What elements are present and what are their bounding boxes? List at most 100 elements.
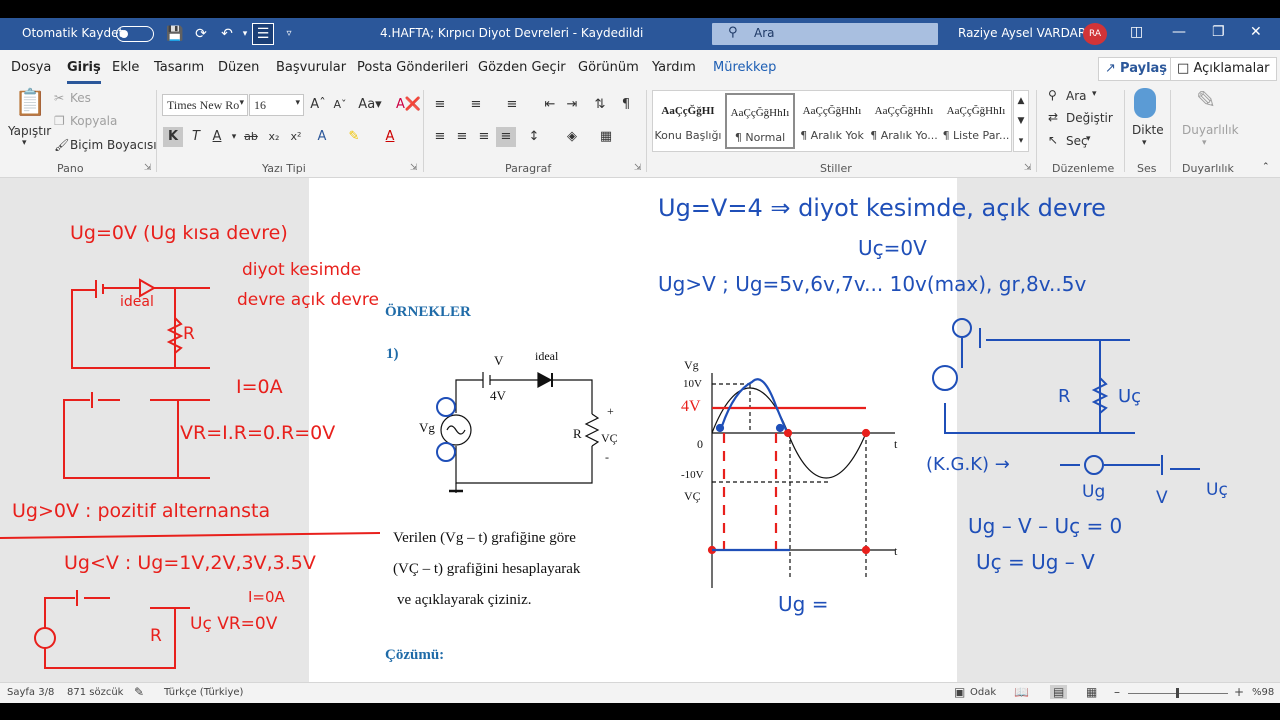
undo-icon[interactable]: ↶ (218, 25, 236, 43)
tab-giris[interactable]: Giriş (67, 60, 101, 84)
multilevel-list-icon[interactable]: ≡ (502, 95, 522, 115)
avatar[interactable]: RA (1083, 23, 1107, 45)
align-left-icon[interactable]: ≡ (430, 127, 450, 147)
chevron-down-icon[interactable]: ▾ (1092, 89, 1097, 99)
tab-posta[interactable]: Posta Gönderileri (357, 60, 468, 75)
clipboard-launcher-icon[interactable]: ⇲ (144, 163, 152, 173)
replace-button[interactable]: Değiştir (1066, 111, 1113, 125)
page-count[interactable]: Sayfa 3/8 (7, 687, 54, 698)
dictate-button[interactable]: Dikte (1132, 123, 1164, 137)
grow-font-icon[interactable]: Aˆ (308, 95, 328, 115)
tab-tasarim[interactable]: Tasarım (154, 60, 204, 75)
chevron-down-icon[interactable]: ▾ (1086, 134, 1091, 144)
select-button[interactable]: Seç (1066, 134, 1088, 148)
language[interactable]: Türkçe (Türkiye) (164, 687, 243, 698)
highlight-icon[interactable]: ✎ (344, 127, 364, 147)
sort-icon[interactable]: ⇅ (590, 95, 610, 115)
styles-launcher-icon[interactable]: ⇲ (1024, 163, 1032, 173)
format-painter-button[interactable]: Biçim Boyacısı (70, 138, 157, 152)
tab-gozden-gecir[interactable]: Gözden Geçir (478, 60, 566, 75)
font-launcher-icon[interactable]: ⇲ (410, 163, 418, 173)
close-icon[interactable]: ✕ (1250, 24, 1262, 40)
borders-icon[interactable]: ▦ (596, 127, 616, 147)
tab-dosya[interactable]: Dosya (11, 60, 51, 75)
microphone-icon[interactable] (1134, 88, 1156, 118)
copy-button[interactable]: Kopyala (70, 114, 117, 128)
separator (646, 90, 647, 172)
style-konu-basligi[interactable]: AaÇçĞğHI Konu Başlığı (653, 93, 723, 149)
collapse-ribbon-icon[interactable]: ⌃ (1262, 162, 1270, 172)
print-layout-icon[interactable]: ▤ (1050, 685, 1068, 699)
increase-indent-icon[interactable]: ⇥ (562, 95, 582, 115)
paragraph-launcher-icon[interactable]: ⇲ (634, 163, 642, 173)
font-size-combo[interactable]: 16 ▾ (249, 94, 304, 116)
autosave-toggle[interactable] (116, 26, 154, 42)
font-name-combo[interactable]: Times New Ro ▾ (162, 94, 248, 116)
paste-button[interactable]: Yapıştır (8, 124, 51, 138)
zoom-slider-thumb[interactable] (1176, 688, 1179, 698)
zoom-in-icon[interactable]: + (1234, 685, 1244, 699)
focus-button[interactable]: Odak (970, 687, 996, 698)
blue-ink-right-circuits (932, 318, 1200, 475)
save-icon[interactable]: 💾 (166, 25, 184, 43)
touch-mode-icon[interactable]: ☰ (252, 23, 274, 45)
read-mode-icon[interactable]: 📖 (1014, 685, 1029, 699)
change-case-icon[interactable]: Aa▾ (356, 95, 384, 115)
numbering-icon[interactable]: ≡ (466, 95, 486, 115)
word-count[interactable]: 871 sözcük (67, 687, 123, 698)
strikethrough-icon[interactable]: ab (241, 127, 261, 147)
zoom-level[interactable]: %98 (1252, 687, 1274, 698)
ribbon-tabs: Dosya Giriş Ekle Tasarım Düzen Başvurula… (0, 50, 1280, 86)
chevron-down-icon[interactable]: ▾ (1142, 138, 1147, 148)
style-liste-paragraf[interactable]: AaÇçĞğHhIı ¶ Liste Par... (941, 93, 1011, 149)
minimize-icon[interactable]: — (1172, 24, 1186, 40)
tab-ekle[interactable]: Ekle (112, 60, 139, 75)
focus-icon[interactable]: ▣ (954, 685, 965, 699)
ribbon-display-icon[interactable]: ◫ (1130, 24, 1143, 40)
text-effects-icon[interactable]: A (312, 127, 332, 147)
superscript-icon[interactable]: x² (286, 127, 306, 147)
clear-format-icon[interactable]: A❌ (396, 95, 421, 115)
decrease-indent-icon[interactable]: ⇤ (540, 95, 560, 115)
align-right-icon[interactable]: ≡ (474, 127, 494, 147)
bold-icon[interactable]: K (163, 127, 183, 147)
paste-icon[interactable]: 📋 (14, 88, 46, 118)
web-layout-icon[interactable]: ▦ (1086, 685, 1097, 699)
align-center-icon[interactable]: ≡ (452, 127, 472, 147)
tab-duzen[interactable]: Düzen (218, 60, 259, 75)
customize-qat-icon[interactable]: ▿ (280, 25, 298, 43)
search-box[interactable]: ⚲ Ara (712, 23, 938, 45)
line-spacing-icon[interactable]: ↕ (524, 127, 544, 147)
separator (423, 90, 424, 172)
tab-gorunum[interactable]: Görünüm (578, 60, 639, 75)
shrink-font-icon[interactable]: Aˇ (330, 95, 350, 115)
tab-basvurular[interactable]: Başvurular (276, 60, 346, 75)
restore-icon[interactable]: ❐ (1212, 24, 1225, 40)
paste-dropdown-icon[interactable]: ▾ (22, 138, 27, 148)
bullets-icon[interactable]: ≡ (430, 95, 450, 115)
chevron-down-icon[interactable]: ▾ (1202, 138, 1207, 148)
subscript-icon[interactable]: x₂ (264, 127, 284, 147)
font-color-icon[interactable]: A (380, 127, 400, 147)
share-button[interactable]: ↗ Paylaş (1098, 57, 1175, 81)
comments-button[interactable]: □ Açıklamalar (1170, 57, 1277, 81)
style-aralik-yok[interactable]: AaÇçĞğHhIı ¶ Aralık Yok (797, 93, 867, 149)
justify-icon[interactable]: ≡ (496, 127, 516, 147)
sensitivity-button[interactable]: Duyarlılık (1182, 123, 1239, 137)
style-normal[interactable]: AaÇçĞğHhIı ¶ Normal (725, 93, 795, 149)
tab-murekkep[interactable]: Mürekkep (713, 60, 776, 75)
italic-icon[interactable]: T (186, 127, 206, 147)
printed-graph (711, 373, 895, 588)
tab-yardim[interactable]: Yardım (652, 60, 696, 75)
ink-drawing-layer (0, 278, 1200, 669)
proofing-icon[interactable]: ✎ (134, 685, 144, 699)
redo-circle-icon[interactable]: ⟳ (192, 25, 210, 43)
shading-icon[interactable]: ◈ (562, 127, 582, 147)
zoom-out-icon[interactable]: – (1114, 685, 1120, 699)
user-name[interactable]: Raziye Aysel VARDAR (958, 26, 1086, 40)
style-aralik-yok-2[interactable]: AaÇçĞğHhIı ¶ Aralık Yo... (869, 93, 939, 149)
styles-scroll[interactable]: ▲ ▼ ▾ (1013, 90, 1029, 152)
cut-button[interactable]: Kes (70, 91, 91, 105)
find-button[interactable]: Ara (1066, 89, 1087, 103)
pilcrow-icon[interactable]: ¶ (616, 95, 636, 115)
